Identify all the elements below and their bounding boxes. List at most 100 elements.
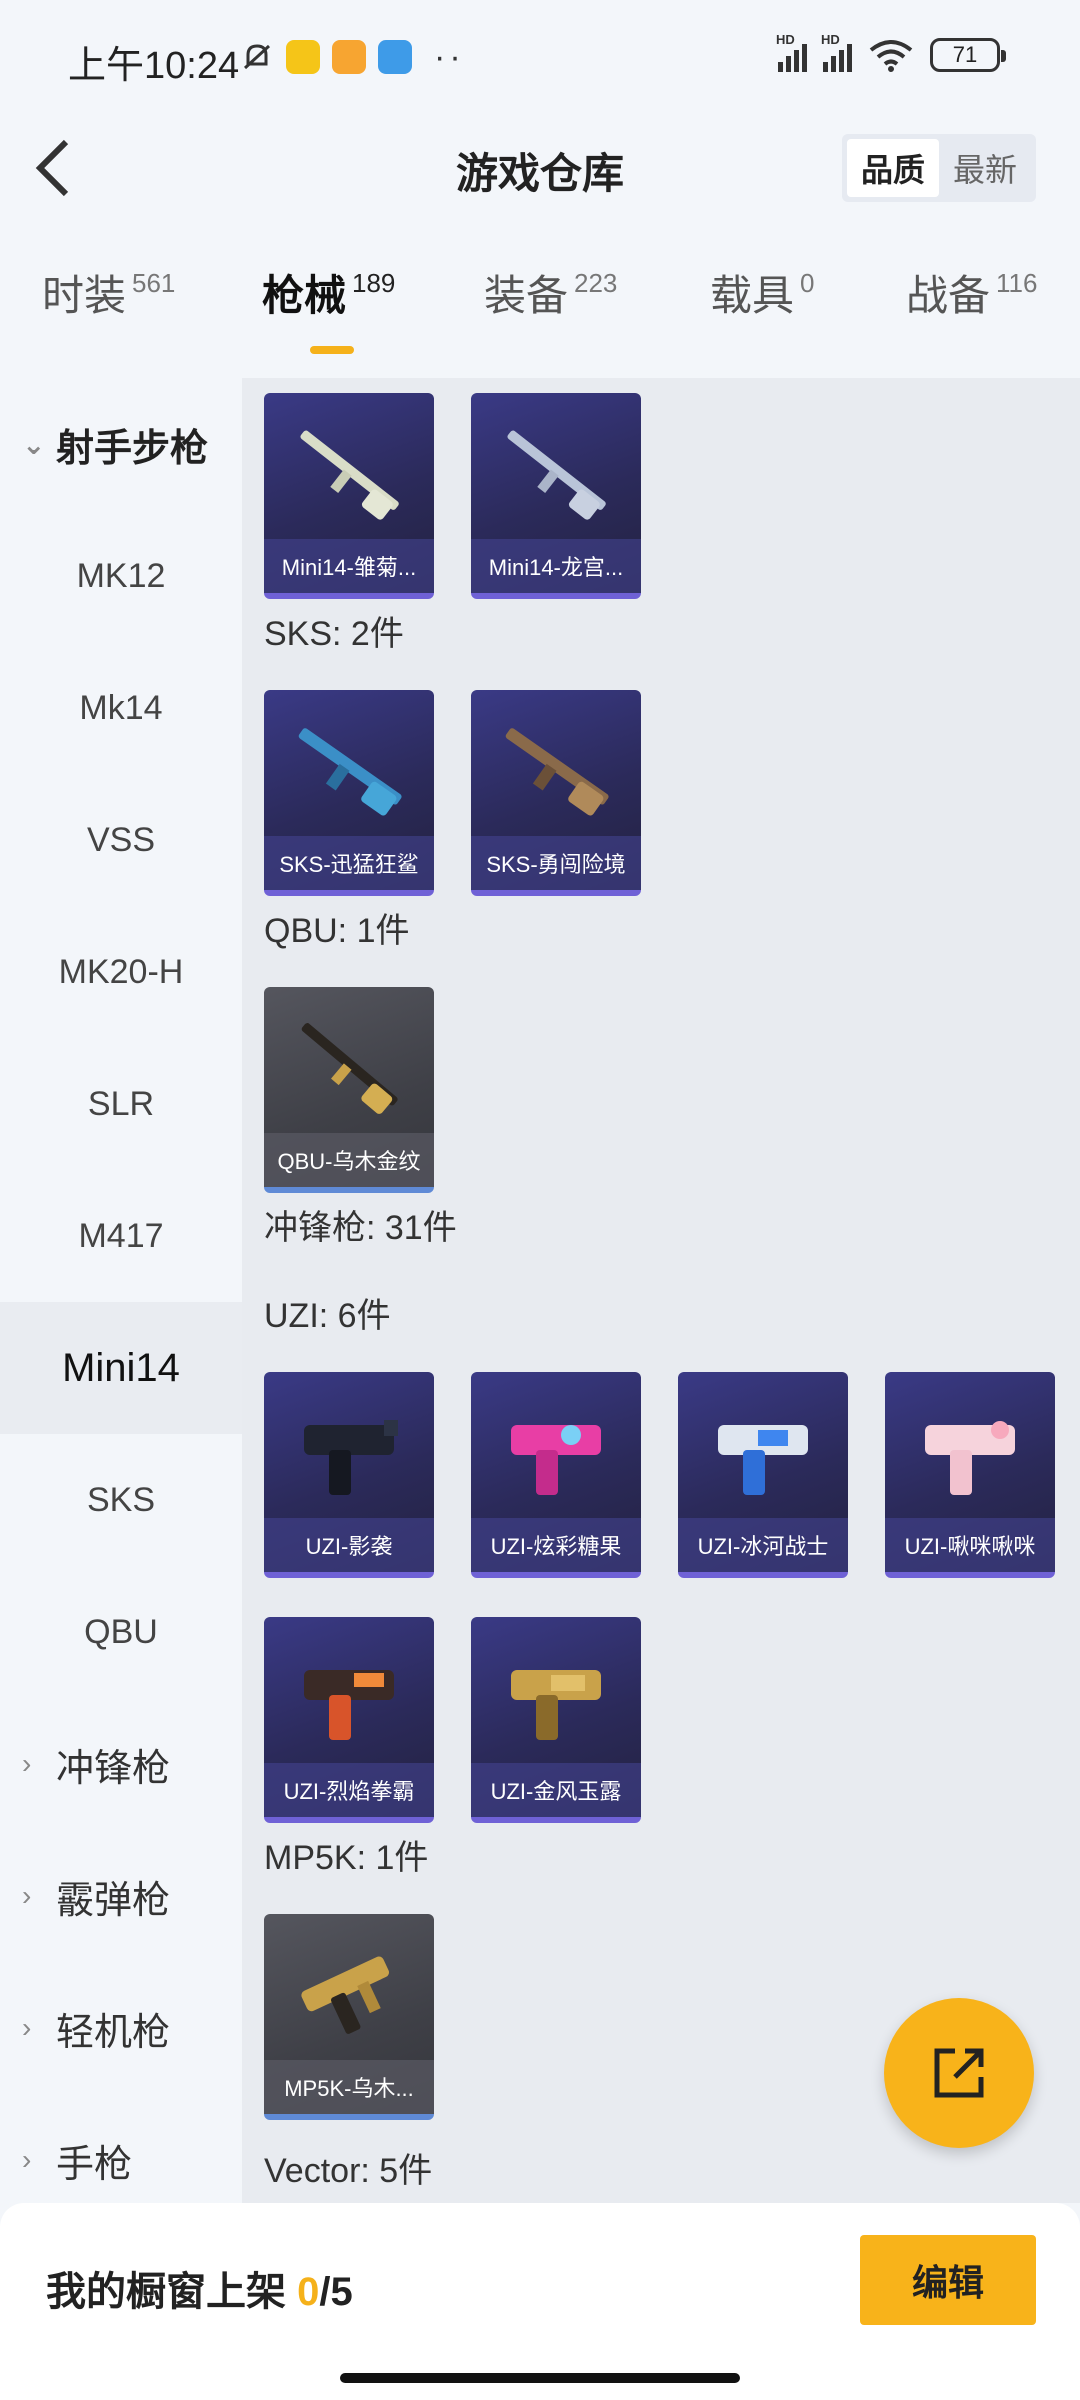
skin-card[interactable]: Mini14-雏菊... bbox=[264, 393, 434, 599]
category-tabs: 时装 561 枪械 189 装备 223 载具 0 战备 116 bbox=[0, 262, 1080, 358]
note-app-icon bbox=[332, 40, 366, 74]
tab-equipment[interactable]: 装备 223 bbox=[484, 262, 617, 323]
showcase-total-count: /5 bbox=[319, 2270, 353, 2314]
skin-card[interactable]: Mini14-龙宫... bbox=[471, 393, 641, 599]
tab-battle-gear[interactable]: 战备 116 bbox=[906, 262, 1037, 323]
chevron-down-icon: ⌄ bbox=[22, 428, 46, 460]
showcase-label: 我的橱窗上架 0/5 bbox=[46, 2259, 353, 2317]
app-notification-icon bbox=[286, 40, 320, 74]
skin-card[interactable]: UZI-啾咪啾咪 bbox=[885, 1372, 1055, 1578]
sidebar-item-mk12[interactable]: MK12 bbox=[0, 510, 242, 642]
hd-label: HD bbox=[776, 32, 795, 47]
tab-label: 载具 bbox=[710, 272, 795, 319]
skin-name: SKS-勇闯险境 bbox=[471, 836, 641, 890]
smg-icon bbox=[511, 1670, 601, 1740]
sidebar-item-mk14[interactable]: Mk14 bbox=[0, 642, 242, 774]
edit-button[interactable]: 编辑 bbox=[860, 2235, 1036, 2325]
skin-card[interactable]: UZI-炫彩糖果 bbox=[471, 1372, 641, 1578]
smg-icon bbox=[511, 1425, 601, 1495]
sidebar-group-label: 冲锋枪 bbox=[56, 1747, 171, 1790]
skin-name: Mini14-龙宫... bbox=[471, 539, 641, 593]
sidebar-group-label: 轻机枪 bbox=[56, 2011, 171, 2054]
share-external-icon bbox=[934, 2048, 984, 2098]
chevron-right-icon: › bbox=[22, 1880, 32, 1911]
sidebar-group-smg[interactable]: › 冲锋枪 bbox=[0, 1698, 242, 1830]
skin-card[interactable]: UZI-烈焰拳霸 bbox=[264, 1617, 434, 1823]
status-bar: 上午10:24 ·· HD HD 71 bbox=[0, 0, 1080, 118]
tab-count: 189 bbox=[352, 268, 396, 298]
rifle-icon bbox=[298, 728, 402, 816]
smg-icon bbox=[304, 1420, 398, 1495]
skin-name: UZI-烈焰拳霸 bbox=[264, 1763, 434, 1817]
section-sks: SKS: 2件 bbox=[264, 615, 404, 653]
home-indicator[interactable] bbox=[340, 2373, 740, 2383]
sidebar-item-mini14[interactable]: Mini14 bbox=[0, 1302, 242, 1434]
mute-bell-icon bbox=[243, 44, 271, 70]
skin-card[interactable]: QBU-乌木金纹 bbox=[264, 987, 434, 1193]
share-button[interactable] bbox=[884, 1998, 1034, 2148]
skin-card[interactable]: MP5K-乌木... bbox=[264, 1914, 434, 2120]
chevron-right-icon: › bbox=[22, 2144, 32, 2175]
tab-fashion[interactable]: 时装 561 bbox=[42, 262, 175, 323]
more-notifications-icon: ·· bbox=[434, 38, 465, 76]
skin-name: QBU-乌木金纹 bbox=[264, 1133, 434, 1187]
section-qbu: QBU: 1件 bbox=[264, 912, 410, 950]
sort-by-quality[interactable]: 品质 bbox=[847, 139, 939, 197]
active-tab-indicator bbox=[310, 346, 354, 354]
chevron-right-icon: › bbox=[22, 1748, 32, 1779]
sidebar-group-shotgun[interactable]: › 霰弹枪 bbox=[0, 1830, 242, 1962]
battery-icon: 71 bbox=[930, 38, 1006, 72]
sidebar-item-slr[interactable]: SLR bbox=[0, 1038, 242, 1170]
smg-icon bbox=[304, 1670, 394, 1740]
sidebar-group-lmg[interactable]: › 轻机枪 bbox=[0, 1962, 242, 2094]
sidebar-item-sks[interactable]: SKS bbox=[0, 1434, 242, 1566]
skin-card[interactable]: SKS-勇闯险境 bbox=[471, 690, 641, 896]
skin-name: UZI-啾咪啾咪 bbox=[885, 1518, 1055, 1572]
status-time: 上午10:24 bbox=[68, 45, 240, 87]
rifle-icon bbox=[301, 1023, 398, 1114]
chevron-right-icon: › bbox=[22, 2012, 32, 2043]
status-notification-icons: ·· bbox=[240, 40, 465, 74]
signal-icon: HD bbox=[776, 32, 807, 72]
tab-guns[interactable]: 枪械 189 bbox=[262, 262, 395, 323]
showcase-bar: 我的橱窗上架 0/5 编辑 bbox=[0, 2203, 1080, 2400]
skin-card[interactable]: UZI-冰河战士 bbox=[678, 1372, 848, 1578]
skin-name: UZI-炫彩糖果 bbox=[471, 1518, 641, 1572]
sort-toggle: 品质 最新 bbox=[842, 134, 1036, 202]
tab-label: 时装 bbox=[42, 272, 127, 319]
skin-card[interactable]: SKS-迅猛狂鲨 bbox=[264, 690, 434, 896]
tab-label: 装备 bbox=[484, 272, 569, 319]
signal-icon-2: HD bbox=[821, 32, 852, 72]
showcase-title: 我的橱窗上架 bbox=[46, 2270, 286, 2314]
sidebar-group-label: 手枪 bbox=[56, 2143, 133, 2186]
sidebar-item-vss[interactable]: VSS bbox=[0, 774, 242, 906]
sidebar-item-m417[interactable]: M417 bbox=[0, 1170, 242, 1302]
sidebar-group-label: 霰弹枪 bbox=[56, 1879, 171, 1922]
sort-by-latest[interactable]: 最新 bbox=[939, 139, 1031, 197]
section-smg: 冲锋枪: 31件 bbox=[264, 1209, 457, 1247]
sidebar-item-mk20h[interactable]: MK20-H bbox=[0, 906, 242, 1038]
battery-level: 71 bbox=[952, 42, 978, 67]
section-vector: Vector: 5件 bbox=[264, 2152, 433, 2190]
weapon-category-sidebar: ⌄ 射手步枪 MK12 Mk14 VSS MK20-H SLR M417 Min… bbox=[0, 378, 242, 2203]
tab-label: 枪械 bbox=[262, 272, 347, 319]
status-system-icons: HD HD 71 bbox=[776, 32, 1006, 72]
smg-icon bbox=[718, 1425, 808, 1495]
rifle-icon bbox=[300, 430, 399, 520]
skin-card[interactable]: UZI-金风玉露 bbox=[471, 1617, 641, 1823]
smg-icon bbox=[301, 1956, 389, 2034]
sidebar-group-marksman-rifles[interactable]: ⌄ 射手步枪 bbox=[0, 378, 242, 510]
skin-name: Mini14-雏菊... bbox=[264, 539, 434, 593]
hd-label-2: HD bbox=[821, 32, 840, 47]
sidebar-item-qbu[interactable]: QBU bbox=[0, 1566, 242, 1698]
skin-card[interactable]: UZI-影袭 bbox=[264, 1372, 434, 1578]
tab-vehicles[interactable]: 载具 0 bbox=[710, 262, 814, 323]
tab-count: 116 bbox=[996, 268, 1038, 298]
sidebar-group-label: 射手步枪 bbox=[56, 427, 209, 470]
tab-label: 战备 bbox=[906, 272, 991, 319]
rifle-icon bbox=[507, 430, 606, 520]
showcase-used-count: 0 bbox=[297, 2270, 320, 2314]
skin-name: UZI-冰河战士 bbox=[678, 1518, 848, 1572]
skin-name: UZI-影袭 bbox=[264, 1518, 434, 1572]
page-header: 游戏仓库 品质 最新 bbox=[0, 118, 1080, 218]
